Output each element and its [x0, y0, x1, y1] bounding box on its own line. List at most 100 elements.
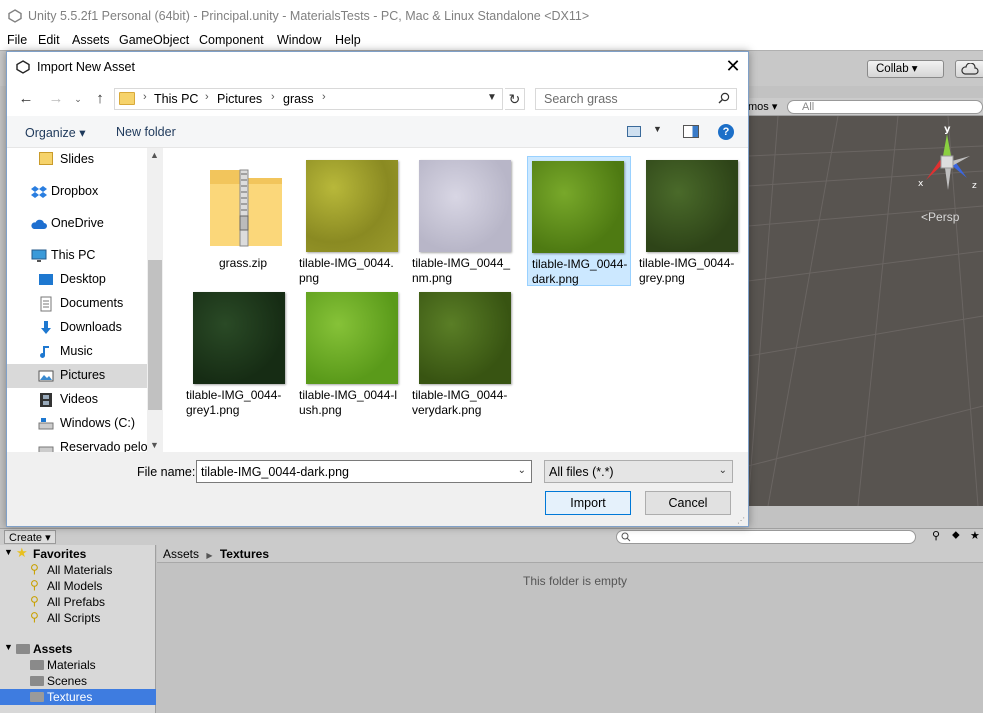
menu-edit[interactable]: Edit: [38, 33, 60, 47]
chevron-down-icon: ⌄: [718, 465, 727, 476]
resize-grip-icon[interactable]: ⋰: [737, 516, 745, 525]
favorite-all-scripts[interactable]: ⚲ All Scripts: [0, 610, 156, 626]
file-item[interactable]: tilable-IMG_0044-grey.png: [635, 156, 739, 286]
menu-component[interactable]: Component: [199, 33, 264, 47]
favorite-all-materials[interactable]: ⚲ All Materials: [0, 562, 156, 578]
preview-pane-icon[interactable]: [683, 125, 699, 138]
gizmo-x-label: x: [918, 179, 924, 189]
cloud-button[interactable]: [955, 60, 983, 78]
menu-assets[interactable]: Assets: [72, 33, 110, 47]
file-item[interactable]: tilable-IMG_0044-lush.png: [295, 288, 399, 418]
project-toolbar: Create ▾ ⚲ ⬥ ★: [0, 528, 983, 545]
refresh-icon[interactable]: ↻: [505, 88, 525, 110]
image-thumbnail: [419, 292, 511, 384]
recent-locations-chevron-icon[interactable]: ⌄: [69, 89, 87, 109]
back-arrow-icon[interactable]: ←: [17, 89, 35, 109]
import-button[interactable]: Import: [545, 491, 631, 515]
change-view-icon[interactable]: [627, 126, 641, 137]
scene-view[interactable]: y x z: [748, 116, 983, 506]
folder-textures[interactable]: Textures: [0, 689, 156, 705]
unity-menu-bar: File Edit Assets GameObject Component Wi…: [0, 32, 983, 50]
path-this-pc[interactable]: This PC: [154, 92, 198, 106]
favorite-all-prefabs[interactable]: ⚲ All Prefabs: [0, 594, 156, 610]
nav-item-videos[interactable]: Videos: [7, 388, 147, 412]
chevron-down-icon[interactable]: ⌄: [518, 465, 526, 476]
file-type-select[interactable]: All files (*.*) ⌄: [544, 460, 733, 483]
persp-label[interactable]: <Persp: [921, 210, 959, 224]
nav-item-documents[interactable]: Documents: [7, 292, 147, 316]
hard-drive-icon: [38, 446, 54, 452]
orientation-gizmo-icon[interactable]: y x z: [912, 126, 982, 196]
project-content-area[interactable]: Assets ▶ Textures This folder is empty: [157, 545, 983, 713]
file-item[interactable]: tilable-IMG_0044_nm.png: [408, 156, 512, 286]
scrollbar-thumb[interactable]: [148, 260, 162, 410]
nav-item-pictures[interactable]: Pictures: [7, 364, 147, 388]
film-strip-icon: [40, 393, 52, 407]
filter-by-label-icon[interactable]: ⬥: [952, 529, 960, 542]
onedrive-cloud-icon: [31, 219, 47, 229]
cancel-button[interactable]: Cancel: [645, 491, 731, 515]
nav-item-reservado[interactable]: Reservado pelo S: [7, 436, 159, 452]
menu-gameobject[interactable]: GameObject: [119, 33, 189, 47]
nav-item-this-pc[interactable]: This PC: [7, 244, 147, 268]
project-search-input[interactable]: [616, 530, 916, 544]
menu-file[interactable]: File: [7, 33, 27, 47]
help-icon[interactable]: ?: [718, 124, 734, 140]
dialog-title-bar[interactable]: Import New Asset ✕: [7, 52, 748, 82]
file-name-input[interactable]: tilable-IMG_0044-dark.png ⌄: [196, 460, 532, 483]
navigation-scrollbar[interactable]: ▲ ▼: [147, 148, 163, 452]
assets-header[interactable]: ▼ Assets: [0, 641, 156, 657]
folder-scenes[interactable]: Scenes: [0, 673, 156, 689]
gizmo-y-label: y: [944, 126, 951, 135]
project-folder-tree: ▼ ★ Favorites ⚲ All Materials ⚲ All Mode…: [0, 545, 156, 713]
file-item-selected[interactable]: tilable-IMG_0044-dark.png: [527, 156, 631, 286]
nav-item-downloads[interactable]: Downloads: [7, 316, 147, 340]
address-dropdown-chevron-icon[interactable]: ▼: [487, 92, 497, 103]
menu-help[interactable]: Help: [335, 33, 361, 47]
forward-arrow-icon[interactable]: →: [47, 89, 65, 109]
scroll-up-chevron-icon[interactable]: ▲: [150, 150, 159, 160]
create-button[interactable]: Create ▾: [4, 530, 56, 544]
nav-item-onedrive[interactable]: OneDrive: [7, 212, 147, 236]
expand-arrow-icon: ▼: [4, 642, 13, 652]
favorite-icon[interactable]: ★: [970, 529, 980, 542]
scroll-down-chevron-icon[interactable]: ▼: [150, 440, 159, 450]
new-folder-button[interactable]: New folder: [116, 125, 176, 139]
nav-item-dropbox[interactable]: Dropbox: [7, 180, 147, 204]
file-list: grass.zip tilable-IMG_0044.png tilable-I…: [165, 148, 748, 452]
nav-item-windows-c[interactable]: Windows (C:): [7, 412, 147, 436]
folder-icon: [30, 692, 44, 702]
close-button[interactable]: ✕: [720, 55, 746, 79]
view-options-chevron-icon[interactable]: ▼: [653, 124, 662, 134]
zip-folder-icon: [210, 169, 282, 247]
pictures-icon: [38, 370, 54, 382]
image-thumbnail: [306, 160, 398, 252]
file-item[interactable]: tilable-IMG_0044-verydark.png: [408, 288, 512, 418]
menu-window[interactable]: Window: [277, 33, 321, 47]
breadcrumb-assets[interactable]: Assets: [163, 547, 199, 561]
nav-item-slides[interactable]: Slides: [7, 148, 147, 172]
collab-button[interactable]: Collab ▾: [867, 60, 944, 78]
folder-materials[interactable]: Materials: [0, 657, 156, 673]
file-item[interactable]: tilable-IMG_0044.png: [295, 156, 399, 286]
nav-item-music[interactable]: Music: [7, 340, 147, 364]
unity-logo-icon: [16, 60, 30, 74]
nav-item-desktop[interactable]: Desktop: [7, 268, 147, 292]
breadcrumb-textures[interactable]: Textures: [220, 547, 269, 561]
up-arrow-icon[interactable]: ↑: [91, 89, 109, 109]
filter-by-type-icon[interactable]: ⚲: [932, 529, 940, 542]
address-bar[interactable]: › This PC › Pictures › grass › ▼: [114, 88, 503, 110]
slides-folder-icon: [39, 152, 53, 165]
organize-button[interactable]: Organize ▾: [25, 125, 85, 140]
favorite-all-models[interactable]: ⚲ All Models: [0, 578, 156, 594]
documents-icon: [40, 296, 52, 312]
file-item[interactable]: tilable-IMG_0044-grey1.png: [182, 288, 286, 418]
path-pictures[interactable]: Pictures: [217, 92, 262, 106]
favorites-header[interactable]: ▼ ★ Favorites: [0, 545, 156, 562]
file-item[interactable]: grass.zip: [189, 156, 293, 286]
path-grass[interactable]: grass: [283, 92, 314, 106]
scene-search-input[interactable]: All: [787, 100, 983, 114]
gizmos-dropdown[interactable]: mos ▾: [748, 100, 777, 113]
music-note-icon: [40, 346, 49, 358]
search-input[interactable]: Search grass: [535, 88, 737, 110]
